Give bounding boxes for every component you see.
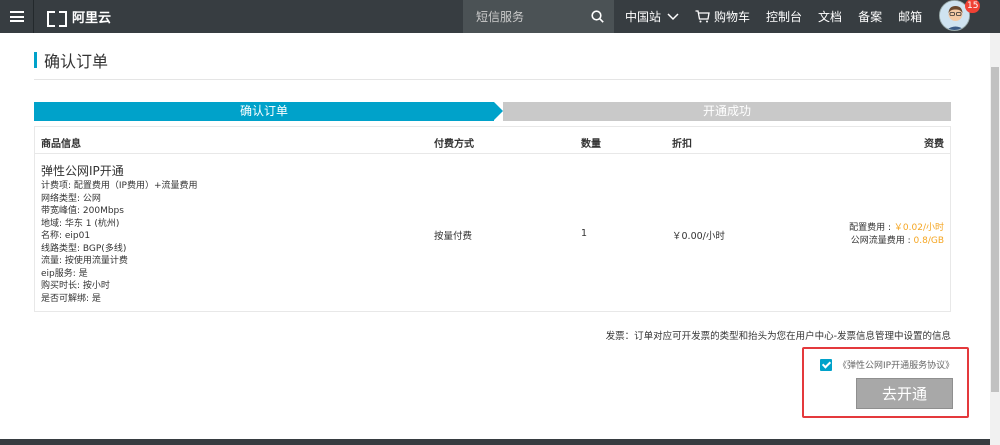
fee-traffic-value: 0.8/GB bbox=[913, 236, 945, 246]
console-link[interactable]: 控制台 bbox=[766, 8, 802, 25]
product-detail: 网络类型: 公网 bbox=[41, 193, 101, 204]
search-input[interactable]: 短信服务 bbox=[463, 0, 614, 33]
table-row: 弹性公网IP开通 计费项: 配置费用（IP费用）+流量费用 网络类型: 公网 带… bbox=[35, 155, 950, 311]
fee-config-label: 配置费用 : bbox=[849, 223, 894, 233]
table-header: 商品信息 付费方式 数量 折扣 资费 bbox=[35, 127, 950, 154]
region-selector[interactable]: 中国站 bbox=[625, 8, 679, 25]
product-info: 弹性公网IP开通 计费项: 配置费用（IP费用）+流量费用 网络类型: 公网 带… bbox=[41, 164, 198, 305]
topbar-nav: 中国站 购物车 控制台 文档 备案 邮箱 bbox=[625, 0, 938, 33]
step-confirm-order: 确认订单 bbox=[34, 102, 494, 121]
topbar-divider bbox=[33, 0, 34, 33]
product-detail: 是否可解绑: 是 bbox=[41, 293, 101, 304]
header-quantity: 数量 bbox=[581, 139, 601, 150]
top-navigation-bar: 阿里云 短信服务 中国站 购物车 控制台 文档 备案 邮箱 15 bbox=[0, 0, 1000, 33]
page-title-text: 确认订单 bbox=[44, 52, 109, 71]
search-placeholder: 短信服务 bbox=[476, 10, 525, 24]
agreement-link[interactable]: 《弹性公网IP开通服务协议》 bbox=[838, 358, 954, 371]
step-label: 确认订单 bbox=[239, 104, 288, 118]
agreement-row: 《弹性公网IP开通服务协议》 bbox=[820, 358, 954, 371]
quantity-value: 1 bbox=[581, 228, 588, 239]
step-arrow bbox=[494, 102, 503, 120]
product-detail: eip服务: 是 bbox=[41, 268, 88, 279]
mail-link[interactable]: 邮箱 bbox=[898, 8, 922, 25]
notification-badge[interactable]: 15 bbox=[965, 0, 981, 13]
product-detail: 带宽峰值: 200Mbps bbox=[41, 206, 124, 216]
cart-link[interactable]: 购物车 bbox=[695, 8, 750, 25]
region-label: 中国站 bbox=[625, 10, 662, 24]
invoice-note: 发票：订单对应可开发票的类型和抬头为您在用户中心-发票信息管理中设置的信息 bbox=[605, 331, 951, 342]
cart-label: 购物车 bbox=[714, 10, 751, 24]
submit-button[interactable]: 去开通 bbox=[856, 378, 953, 409]
aliyun-logo[interactable]: 阿里云 bbox=[47, 7, 112, 27]
product-detail: 流量: 按使用流量计费 bbox=[41, 256, 128, 266]
search-icon[interactable] bbox=[591, 10, 604, 23]
logo-text: 阿里云 bbox=[72, 11, 112, 26]
payment-method: 按量付费 bbox=[434, 231, 473, 242]
aliyun-logo-icon bbox=[47, 10, 67, 27]
scrollbar-thumb[interactable] bbox=[991, 67, 999, 392]
hamburger-menu-icon bbox=[9, 11, 24, 22]
beian-link[interactable]: 备案 bbox=[858, 8, 882, 25]
product-detail: 计费项: 配置费用（IP费用）+流量费用 bbox=[41, 181, 198, 191]
product-detail: 购买时长: 按小时 bbox=[41, 281, 110, 291]
footer-bar bbox=[0, 439, 990, 445]
header-payment: 付费方式 bbox=[434, 139, 474, 150]
agreement-checkbox[interactable] bbox=[820, 358, 832, 371]
header-product: 商品信息 bbox=[41, 139, 81, 150]
menu-button[interactable] bbox=[0, 0, 33, 33]
title-divider bbox=[34, 79, 951, 80]
agreement-highlight-box: 《弹性公网IP开通服务协议》 去开通 bbox=[802, 347, 969, 418]
fee-info: 配置费用 : ￥0.02/小时 公网流量费用 : 0.8/GB bbox=[849, 222, 944, 248]
product-detail: 地域: 华东 1 (杭州) bbox=[41, 218, 120, 229]
page-title: 确认订单 bbox=[34, 48, 108, 72]
step-open-success: 开通成功 bbox=[503, 102, 951, 121]
title-accent-bar bbox=[34, 52, 37, 68]
order-table: 商品信息 付费方式 数量 折扣 资费 弹性公网IP开通 计费项: 配置费用（IP… bbox=[34, 126, 951, 312]
product-name: 弹性公网IP开通 bbox=[41, 164, 124, 178]
order-steps: 开通成功 确认订单 bbox=[34, 102, 951, 121]
fee-config-value: ￥0.02/小时 bbox=[893, 223, 944, 233]
chevron-down-icon bbox=[667, 12, 679, 20]
product-detail: 名称: eip01 bbox=[41, 231, 91, 241]
docs-link[interactable]: 文档 bbox=[818, 8, 842, 25]
header-discount: 折扣 bbox=[672, 139, 692, 150]
scrollbar[interactable] bbox=[990, 33, 1000, 445]
fee-traffic-label: 公网流量费用 : bbox=[850, 236, 914, 246]
header-fee: 资费 bbox=[924, 139, 944, 150]
cart-icon bbox=[695, 10, 710, 23]
step-label: 开通成功 bbox=[702, 104, 751, 118]
discount-value: ￥0.00/小时 bbox=[672, 231, 725, 242]
product-detail: 线路类型: BGP(多线) bbox=[41, 243, 127, 254]
